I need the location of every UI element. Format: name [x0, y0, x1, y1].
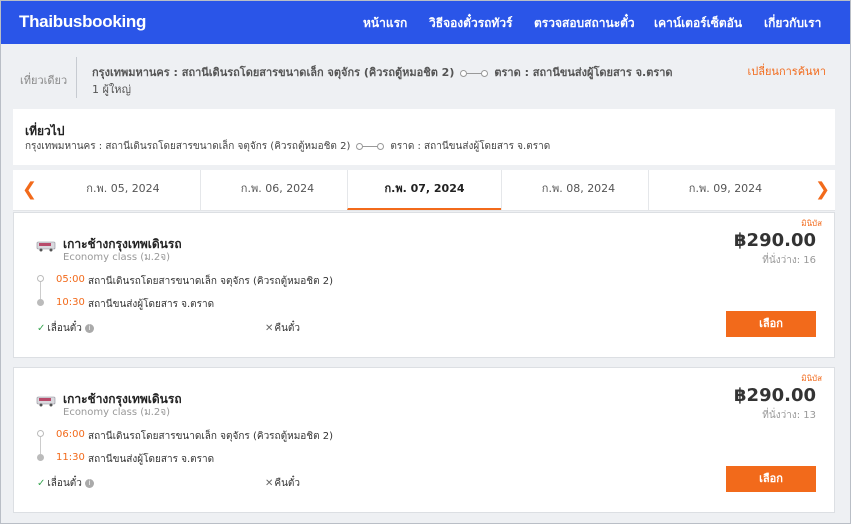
cross-icon: ✕ [265, 323, 274, 334]
bus-result-card: มินิบัส เกาะช้างกรุงเทพเดินรถ Economy cl… [13, 212, 835, 358]
passenger-count: 1 ผู้ใหญ่ [92, 83, 131, 96]
chevron-right-icon[interactable]: ❯ [815, 179, 830, 200]
bus-result-card: มินิบัส เกาะช้างกรุงเทพเดินรถ Economy cl… [13, 367, 835, 513]
seats-available: ที่นั่งว่าง: 16 [762, 255, 816, 266]
departure-time: 05:00 [56, 274, 85, 285]
divider [76, 57, 77, 98]
reschedule-label: เลื่อนตั๋ว [47, 478, 82, 489]
nav-home[interactable]: หน้าแรก [363, 14, 407, 33]
bus-class: Economy class (ม.2จ) [63, 407, 171, 418]
bus-class: Economy class (ม.2จ) [63, 252, 171, 263]
date-selector: ❮ ก.พ. 05, 2024 ก.พ. 06, 2024 ก.พ. 07, 2… [13, 170, 835, 211]
nav-about[interactable]: เกี่ยวกับเรา [764, 14, 821, 33]
trip-route: กรุงเทพมหานคร : สถานีเดินรถโดยสารขนาดเล็… [25, 139, 550, 154]
date-tab[interactable]: ก.พ. 08, 2024 [501, 170, 655, 210]
arrival-station: สถานีขนส่งผู้โดยสาร จ.ตราด [88, 454, 215, 465]
check-icon: ✓ [37, 478, 46, 489]
route-connector-icon [460, 69, 489, 77]
nav-check-ticket[interactable]: ตรวจสอบสถานะตั๋ว [534, 14, 635, 33]
refund-label: คืนตั๋ว [274, 478, 301, 489]
route-timeline [37, 430, 45, 462]
info-icon[interactable]: i [84, 323, 94, 333]
bus-icon [36, 396, 56, 407]
ticket-price: ฿290.00 [734, 385, 816, 406]
info-icon[interactable]: i [84, 478, 94, 488]
route-connector-icon [356, 142, 385, 150]
bus-icon [36, 241, 56, 252]
summary-route: กรุงเทพมหานคร : สถานีเดินรถโดยสารขนาดเล็… [92, 63, 673, 81]
departure-station: สถานีเดินรถโดยสารขนาดเล็ก จตุจักร (คิวรถ… [88, 431, 334, 442]
date-tab[interactable]: ก.พ. 09, 2024 [648, 170, 802, 210]
select-button[interactable]: เลือก [726, 311, 816, 337]
search-summary: เที่ยวเดียว กรุงเทพมหานคร : สถานีเดินรถโ… [1, 44, 850, 107]
arrival-time: 11:30 [56, 452, 85, 463]
arrival-time: 10:30 [56, 297, 85, 308]
check-icon: ✓ [37, 323, 46, 334]
refund-policy: ✕คืนตั๋ว [265, 476, 300, 491]
departure-station: สถานีเดินรถโดยสารขนาดเล็ก จตุจักร (คิวรถ… [88, 276, 334, 287]
select-button[interactable]: เลือก [726, 466, 816, 492]
top-nav-bar: Thaibusbooking หน้าแรก วิธีจองตั๋วรถทัวร… [1, 1, 850, 44]
refund-label: คืนตั๋ว [274, 323, 301, 334]
outbound-trip-panel: เที่ยวไป กรุงเทพมหานคร : สถานีเดินรถโดยส… [13, 109, 835, 165]
summary-origin: กรุงเทพมหานคร : สถานีเดินรถโดยสารขนาดเล็… [92, 66, 455, 79]
reschedule-label: เลื่อนตั๋ว [47, 323, 82, 334]
trip-origin: กรุงเทพมหานคร : สถานีเดินรถโดยสารขนาดเล็… [25, 141, 351, 152]
change-search-link[interactable]: เปลี่ยนการค้นหา [748, 62, 827, 80]
ticket-price: ฿290.00 [734, 230, 816, 251]
arrival-station: สถานีขนส่งผู้โดยสาร จ.ตราด [88, 299, 215, 310]
date-tab-active[interactable]: ก.พ. 07, 2024 [347, 170, 501, 210]
nav-counter[interactable]: เคาน์เตอร์เซ็ตอัน [654, 14, 742, 33]
route-timeline [37, 275, 45, 307]
date-tab[interactable]: ก.พ. 06, 2024 [200, 170, 354, 210]
nav-how-to-book[interactable]: วิธีจองตั๋วรถทัวร์ [429, 14, 513, 33]
trip-destination: ตราด : สถานีขนส่งผู้โดยสาร จ.ตราด [390, 141, 551, 152]
reschedule-policy: ✓ เลื่อนตั๋ว i [37, 476, 94, 491]
vehicle-type-badge: มินิบัส [801, 374, 822, 383]
date-tab[interactable]: ก.พ. 05, 2024 [46, 170, 200, 210]
main-nav: หน้าแรก วิธีจองตั๋วรถทัวร์ ตรวจสอบสถานะต… [1, 14, 850, 30]
refund-policy: ✕คืนตั๋ว [265, 321, 300, 336]
chevron-left-icon[interactable]: ❮ [22, 179, 37, 200]
trip-type-label: เที่ยวเดียว [20, 74, 68, 87]
reschedule-policy: ✓ เลื่อนตั๋ว i [37, 321, 94, 336]
departure-time: 06:00 [56, 429, 85, 440]
summary-destination: ตราด : สถานีขนส่งผู้โดยสาร จ.ตราด [494, 66, 673, 79]
vehicle-type-badge: มินิบัส [801, 219, 822, 228]
seats-available: ที่นั่งว่าง: 13 [762, 410, 816, 421]
cross-icon: ✕ [265, 478, 274, 489]
